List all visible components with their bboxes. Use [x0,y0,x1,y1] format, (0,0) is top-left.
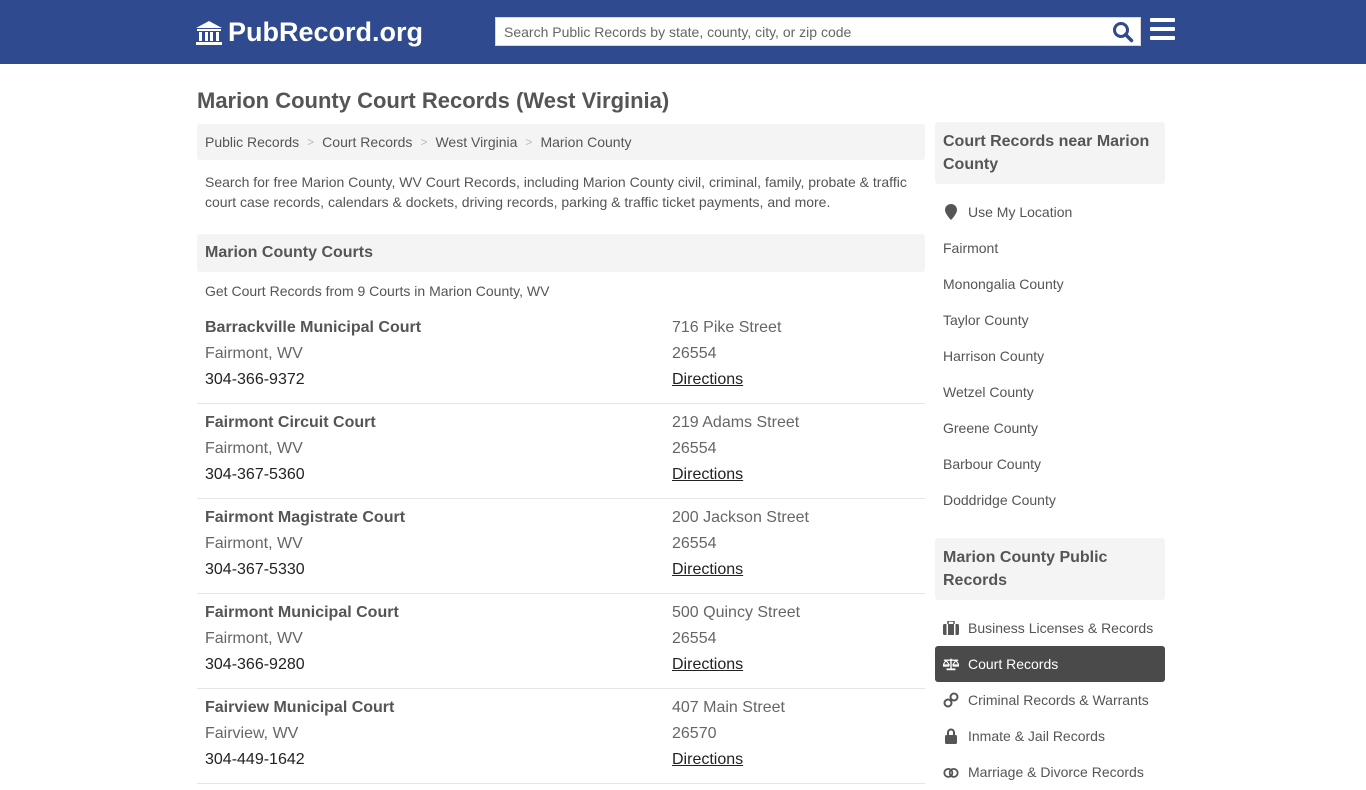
sidebar-item-label: Criminal Records & Warrants [968,692,1149,708]
directions-link[interactable]: Directions [672,466,743,483]
nearby-heading: Court Records near Marion County [935,122,1165,184]
briefcase-icon [943,620,959,636]
court-phone[interactable]: 304-366-9280 [205,657,399,683]
court-phone[interactable]: 304-366-9372 [205,372,421,398]
court-name: Fairmont Municipal Court [205,604,399,621]
sidebar-item-criminal-records[interactable]: Criminal Records & Warrants [935,682,1165,718]
breadcrumb-public-records[interactable]: Public Records [205,134,299,150]
scales-icon [943,656,959,672]
courthouse-icon [196,20,222,45]
breadcrumb-separator: > [307,135,315,149]
search-input[interactable] [496,18,1140,45]
court-zip: 26554 [672,345,717,362]
sidebar-item-label: Court Records [968,656,1059,672]
court-address: 500 Quincy Street [672,604,801,621]
main-content: Public Records > Court Records > West Vi… [197,124,925,784]
court-name: Fairview Municipal Court [205,699,395,716]
site-logo[interactable]: PubRecord.org [195,17,423,48]
court-name: Fairmont Magistrate Court [205,509,406,526]
nearby-item[interactable]: Greene County [935,410,1165,446]
court-zip: 26554 [672,630,717,647]
court-item: Fairmont Magistrate Court Fairmont, WV 3… [197,499,925,594]
court-city: Fairmont, WV [205,345,303,362]
court-address: 200 Jackson Street [672,509,809,526]
nearby-item[interactable]: Wetzel County [935,374,1165,410]
search-icon [1113,22,1134,43]
use-my-location-label: Use My Location [968,204,1073,220]
menu-bar [1150,27,1175,31]
lock-icon [943,728,959,744]
court-address: 407 Main Street [672,699,785,716]
court-name: Fairmont Circuit Court [205,414,376,431]
court-city: Fairview, WV [205,725,299,742]
court-item: Fairview Municipal Court Fairview, WV 30… [197,689,925,784]
directions-link[interactable]: Directions [672,561,743,578]
nearby-item[interactable]: Fairmont [935,230,1165,266]
directions-link[interactable]: Directions [672,371,743,388]
sidebar-item-inmate-records[interactable]: Inmate & Jail Records [935,718,1165,754]
sidebar-item-label: Business Licenses & Records [968,620,1154,636]
breadcrumb-court-records[interactable]: Court Records [322,134,412,150]
sidebar-item-marriage-records[interactable]: Marriage & Divorce Records [935,754,1165,790]
court-item: Fairmont Municipal Court Fairmont, WV 30… [197,594,925,689]
nearby-item[interactable]: Taylor County [935,302,1165,338]
nearby-list: Use My Location Fairmont Monongalia Coun… [935,194,1165,518]
court-phone[interactable]: 304-367-5360 [205,467,376,493]
directions-link[interactable]: Directions [672,656,743,673]
hamburger-menu-button[interactable] [1150,18,1175,42]
court-name: Barrackville Municipal Court [205,319,422,336]
nearby-item[interactable]: Barbour County [935,446,1165,482]
court-list: Barrackville Municipal Court Fairmont, W… [197,309,925,784]
court-zip: 26570 [672,725,717,742]
breadcrumb: Public Records > Court Records > West Vi… [197,124,925,160]
sidebar-item-business-licenses[interactable]: Business Licenses & Records [935,610,1165,646]
menu-bar [1150,18,1175,22]
court-zip: 26554 [672,440,717,457]
logo-text: PubRecord.org [228,17,424,47]
court-address: 219 Adams Street [672,414,800,431]
directions-link[interactable]: Directions [672,751,743,768]
public-records-list: Business Licenses & Records Court Record… [935,610,1165,790]
breadcrumb-marion-county[interactable]: Marion County [540,134,631,150]
court-phone[interactable]: 304-367-5330 [205,562,405,588]
nearby-item[interactable]: Monongalia County [935,266,1165,302]
court-zip: 26554 [672,535,717,552]
search-bar [495,17,1141,46]
rings-icon [943,764,959,780]
search-button[interactable] [1112,21,1136,43]
court-address: 716 Pike Street [672,319,782,336]
courts-heading: Marion County Courts [197,234,925,272]
menu-bar [1150,36,1175,40]
court-item: Barrackville Municipal Court Fairmont, W… [197,309,925,404]
top-navbar: PubRecord.org [0,0,1366,64]
sidebar: Court Records near Marion County Use My … [935,122,1165,790]
court-city: Fairmont, WV [205,535,303,552]
use-my-location-link[interactable]: Use My Location [935,194,1165,230]
court-city: Fairmont, WV [205,630,303,647]
court-city: Fairmont, WV [205,440,303,457]
sidebar-item-label: Marriage & Divorce Records [968,764,1144,780]
page-title: Marion County Court Records (West Virgin… [197,88,670,113]
sidebar-item-label: Inmate & Jail Records [968,728,1105,744]
sidebar-item-court-records[interactable]: Court Records [935,646,1165,682]
court-phone[interactable]: 304-449-1642 [205,752,394,778]
breadcrumb-separator: > [525,135,533,149]
handcuffs-icon [943,692,959,708]
map-marker-icon [943,204,959,220]
breadcrumb-separator: > [420,135,428,149]
court-item: Fairmont Circuit Court Fairmont, WV 304-… [197,404,925,499]
public-records-heading: Marion County Public Records [935,538,1165,600]
nearby-item[interactable]: Doddridge County [935,482,1165,518]
nearby-item[interactable]: Harrison County [935,338,1165,374]
breadcrumb-west-virginia[interactable]: West Virginia [435,134,517,150]
intro-text: Search for free Marion County, WV Court … [205,174,907,210]
courts-subheading: Get Court Records from 9 Courts in Mario… [205,283,550,299]
